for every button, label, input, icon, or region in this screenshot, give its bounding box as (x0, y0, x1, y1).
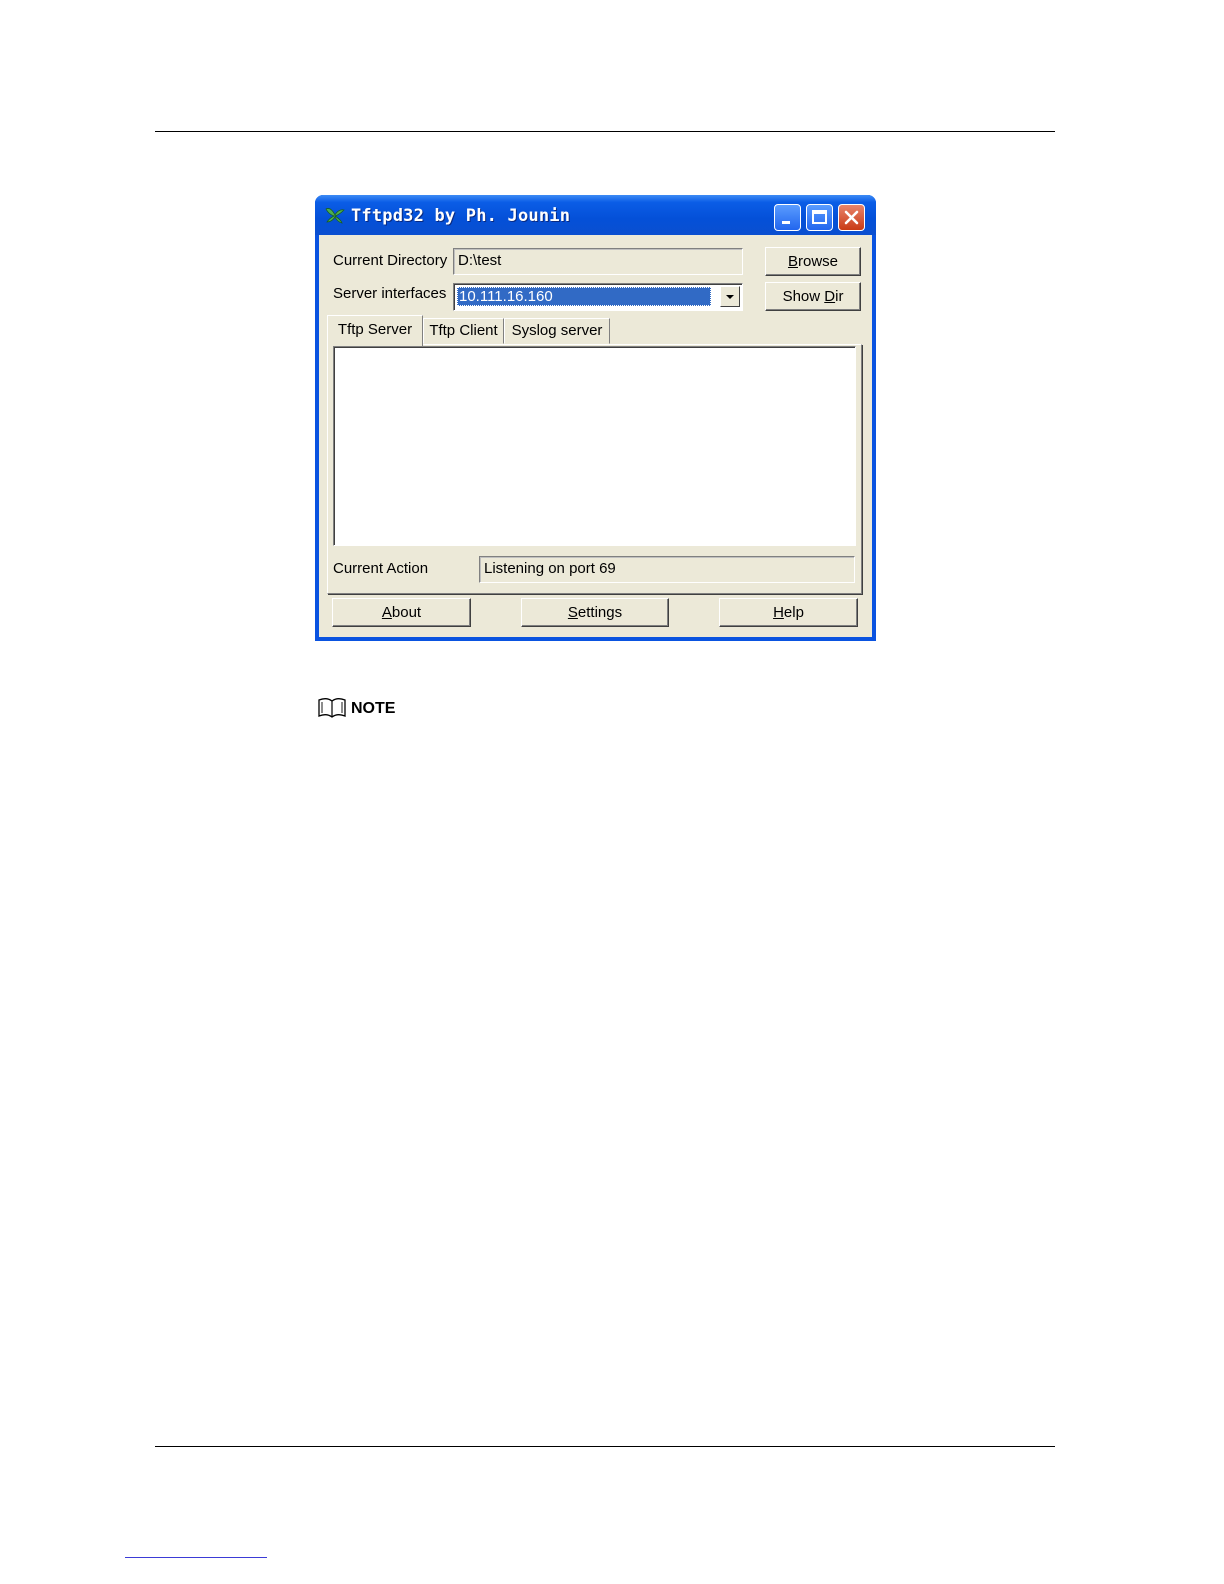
settings-label-key: S (567, 604, 578, 621)
app-leaf-icon (324, 205, 346, 225)
showdir-label-key: D (824, 288, 836, 305)
showdir-label-post: ir (835, 288, 844, 305)
showdir-label-pre: Show (782, 288, 825, 305)
header-rule (155, 131, 1055, 132)
footer-rule (155, 1446, 1055, 1447)
dropdown-arrow-button[interactable] (720, 286, 740, 307)
close-icon (844, 210, 859, 225)
show-dir-button[interactable]: Show Dir (765, 282, 861, 311)
help-label-key: H (773, 604, 784, 621)
about-button[interactable]: About (332, 598, 471, 627)
minimize-button[interactable] (774, 204, 801, 231)
browse-button[interactable]: Browse (765, 247, 861, 276)
server-interfaces-value: 10.111.16.160 (457, 287, 711, 306)
about-label-post: bout (391, 604, 422, 621)
help-button[interactable]: Help (719, 598, 858, 627)
browse-label-key: B (787, 253, 798, 270)
browse-label-post: rowse (798, 253, 839, 270)
close-button[interactable] (838, 204, 865, 231)
server-interfaces-select[interactable]: 10.111.16.160 (453, 283, 743, 311)
footer-link-underline (125, 1557, 267, 1558)
tftpd32-window: Tftpd32 by Ph. Jounin Current Directory … (315, 195, 876, 641)
minimize-icon (782, 221, 790, 224)
tab-tftp-server[interactable]: Tftp Server (327, 315, 423, 346)
note-label: NOTE (351, 700, 396, 717)
book-icon (317, 697, 347, 724)
help-label-post: elp (783, 604, 804, 621)
title-bar[interactable]: Tftpd32 by Ph. Jounin (315, 195, 876, 235)
log-area[interactable] (333, 346, 856, 546)
window-client-area: Current Directory D:\test Browse Server … (319, 235, 872, 637)
tab-syslog-server[interactable]: Syslog server (504, 318, 610, 344)
current-action-label: Current Action (333, 560, 429, 577)
settings-button[interactable]: Settings (521, 598, 669, 627)
tab-panel: Current Action Listening on port 69 (327, 344, 862, 594)
maximize-icon (812, 210, 827, 224)
settings-label-post: ettings (577, 604, 623, 621)
current-directory-field[interactable]: D:\test (453, 248, 743, 275)
about-label-key: A (381, 604, 392, 621)
server-interfaces-label: Server interfaces (333, 285, 447, 302)
window-title: Tftpd32 by Ph. Jounin (351, 206, 571, 226)
current-action-field: Listening on port 69 (479, 556, 855, 583)
chevron-down-icon (726, 295, 734, 299)
maximize-button[interactable] (806, 204, 833, 231)
current-directory-label: Current Directory (333, 252, 448, 269)
tab-tftp-client[interactable]: Tftp Client (423, 318, 504, 344)
